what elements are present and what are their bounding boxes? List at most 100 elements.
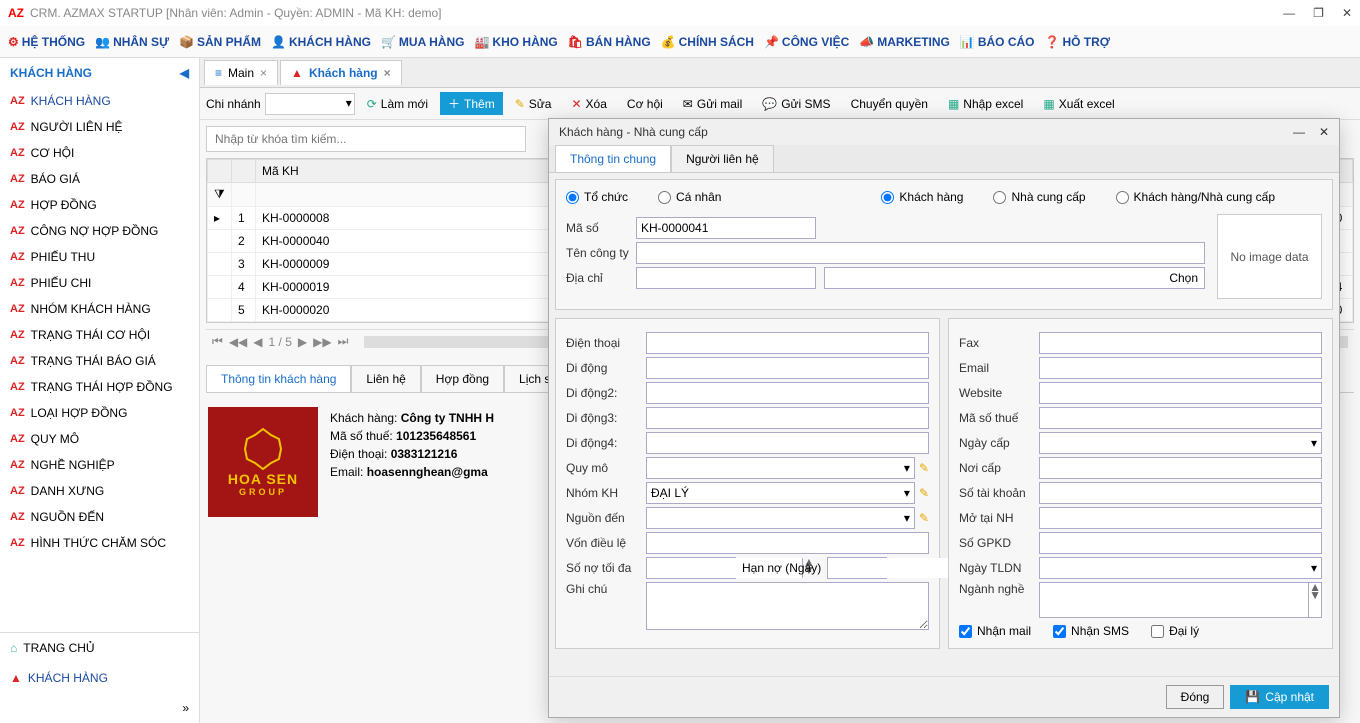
menu-muahang[interactable]: 🛒MUA HÀNG (381, 35, 465, 49)
menu-congviec[interactable]: 📌CÔNG VIỆC (764, 35, 849, 49)
radio-tochuc[interactable]: Tổ chức (566, 190, 628, 204)
input-mst[interactable] (1039, 407, 1322, 429)
input-website[interactable] (1039, 382, 1322, 404)
minimize-icon[interactable]: — (1283, 6, 1295, 20)
menu-hotro[interactable]: ❓HỖ TRỢ (1045, 35, 1111, 49)
sidebar-expand[interactable]: » (0, 693, 199, 723)
input-tencty[interactable] (636, 242, 1205, 264)
input-maso[interactable] (636, 217, 816, 239)
select-nguonden[interactable]: ▾ (646, 507, 915, 529)
input-dienthoai[interactable] (646, 332, 929, 354)
sidebar-kh[interactable]: ▲KHÁCH HÀNG (0, 663, 199, 693)
input-didong3[interactable] (646, 407, 929, 429)
btn-lammoi[interactable]: ⟳Làm mới (359, 94, 436, 114)
pencil-icon[interactable]: ✎ (919, 461, 929, 475)
nganhnghe-spin[interactable]: ▲▼ (1308, 583, 1321, 617)
detail-tab-lienhe[interactable]: Liên hệ (351, 365, 420, 392)
input-diachi[interactable] (636, 267, 816, 289)
menu-khohang[interactable]: 🏭KHO HÀNG (474, 35, 557, 49)
input-email[interactable] (1039, 357, 1322, 379)
sidebar-item-5[interactable]: AZCÔNG NỢ HỢP ĐỒNG (0, 218, 199, 244)
sidebar-item-3[interactable]: AZBÁO GIÁ (0, 166, 199, 192)
menu-sanpham[interactable]: 📦SẢN PHẨM (179, 35, 261, 49)
sidebar-home[interactable]: ⌂TRANG CHỦ (0, 633, 199, 663)
menu-nhansu[interactable]: 👥NHÂN SỰ (95, 35, 169, 49)
tab-khachhang[interactable]: ▲Khách hàng× (280, 60, 402, 85)
chk-nhansms[interactable]: Nhận SMS (1053, 624, 1129, 638)
sidebar-item-0[interactable]: AZKHÁCH HÀNG (0, 88, 199, 114)
sidebar-item-1[interactable]: AZNGƯỜI LIÊN HỆ (0, 114, 199, 140)
sidebar-item-4[interactable]: AZHỢP ĐỒNG (0, 192, 199, 218)
menu-hethong[interactable]: ⚙HỆ THỐNG (8, 35, 85, 49)
sidebar-item-6[interactable]: AZPHIẾU THU (0, 244, 199, 270)
menu-marketing[interactable]: 📣MARKETING (859, 35, 950, 49)
close-tab-icon[interactable]: × (384, 66, 391, 80)
menu-chinhsach[interactable]: 💰CHÍNH SÁCH (661, 35, 754, 49)
input-ghichu[interactable] (646, 582, 929, 630)
btn-guimail[interactable]: ✉Gửi mail (675, 94, 750, 114)
pencil-icon[interactable]: ✎ (919, 511, 929, 525)
btn-xoa[interactable]: ✕Xóa (563, 94, 614, 114)
dialog-tab-nlh[interactable]: Người liên hệ (671, 145, 774, 172)
sidebar-item-14[interactable]: AZNGHỀ NGHIỆP (0, 452, 199, 478)
btn-guisms[interactable]: 💬Gửi SMS (754, 94, 838, 114)
tab-main[interactable]: ≡Main× (204, 60, 278, 85)
pencil-icon[interactable]: ✎ (919, 486, 929, 500)
radio-khncc[interactable]: Khách hàng/Nhà cung cấp (1116, 190, 1275, 204)
close-tab-icon[interactable]: × (260, 66, 267, 80)
search-input[interactable] (206, 126, 526, 152)
btn-chon-diachi[interactable]: Chọn (824, 267, 1205, 289)
sidebar-item-10[interactable]: AZTRẠNG THÁI BÁO GIÁ (0, 348, 199, 374)
dialog-tab-tt[interactable]: Thông tin chung (555, 145, 671, 172)
input-gpkd[interactable] (1039, 532, 1322, 554)
detail-tab-info[interactable]: Thông tin khách hàng (206, 365, 351, 392)
close-icon[interactable]: ✕ (1342, 6, 1352, 20)
sidebar-item-2[interactable]: AZCƠ HỘI (0, 140, 199, 166)
sidebar-item-9[interactable]: AZTRẠNG THÁI CƠ HỘI (0, 322, 199, 348)
sidebar-item-16[interactable]: AZNGUỒN ĐẾN (0, 504, 199, 530)
menu-khachhang[interactable]: 👤KHÁCH HÀNG (271, 35, 371, 49)
sidebar-item-11[interactable]: AZTRẠNG THÁI HỢP ĐỒNG (0, 374, 199, 400)
menu-banhang[interactable]: 🛍BÁN HÀNG (568, 35, 651, 49)
sidebar-item-13[interactable]: AZQUY MÔ (0, 426, 199, 452)
dialog-close-icon[interactable]: ✕ (1319, 125, 1329, 139)
select-chinhanh[interactable]: ▾ (265, 93, 355, 115)
input-noicap[interactable] (1039, 457, 1322, 479)
image-placeholder[interactable]: No image data (1217, 214, 1322, 299)
btn-them[interactable]: ＋Thêm (440, 92, 503, 115)
btn-capnhat[interactable]: 💾Cập nhật (1230, 685, 1329, 709)
btn-cohoi[interactable]: Cơ hội (619, 94, 671, 114)
btn-dong[interactable]: Đóng (1166, 685, 1225, 709)
date-ngaycap[interactable]: ▾ (1039, 432, 1322, 454)
sidebar-item-17[interactable]: AZHÌNH THỨC CHĂM SÓC (0, 530, 199, 556)
radio-ncc[interactable]: Nhà cung cấp (993, 190, 1085, 204)
date-ngaytldn[interactable]: ▾ (1039, 557, 1322, 579)
chk-nhanmail[interactable]: Nhận mail (959, 624, 1031, 638)
sidebar-item-8[interactable]: AZNHÓM KHÁCH HÀNG (0, 296, 199, 322)
sidebar-item-7[interactable]: AZPHIẾU CHI (0, 270, 199, 296)
radio-kh[interactable]: Khách hàng (881, 190, 963, 204)
sidebar-item-15[interactable]: AZDANH XƯNG (0, 478, 199, 504)
input-didong4[interactable] (646, 432, 929, 454)
col-makh[interactable]: Mã KH (256, 160, 589, 183)
dialog-minimize-icon[interactable]: — (1293, 125, 1305, 139)
collapse-icon[interactable]: ◀ (180, 66, 189, 80)
btn-sua[interactable]: ✎Sửa (507, 94, 560, 114)
radio-canhan[interactable]: Cá nhân (658, 190, 721, 204)
btn-chuyenquyen[interactable]: Chuyển quyền (843, 94, 936, 114)
input-didong[interactable] (646, 357, 929, 379)
menu-baocao[interactable]: 📊BÁO CÁO (960, 35, 1035, 49)
input-vondl[interactable] (646, 532, 929, 554)
input-fax[interactable] (1039, 332, 1322, 354)
maximize-icon[interactable]: ❐ (1313, 6, 1324, 20)
select-quymo[interactable]: ▾ (646, 457, 915, 479)
chk-daily[interactable]: Đại lý (1151, 624, 1199, 638)
input-didong2[interactable] (646, 382, 929, 404)
btn-xuatexcel[interactable]: ▦Xuất excel (1035, 94, 1122, 114)
btn-nhapexcel[interactable]: ▦Nhập excel (940, 94, 1031, 114)
sidebar-item-12[interactable]: AZLOẠI HỢP ĐỒNG (0, 400, 199, 426)
input-motai[interactable] (1039, 507, 1322, 529)
select-nhomkh[interactable]: ĐẠI LÝ▾ (646, 482, 915, 504)
detail-tab-hopdong[interactable]: Hợp đồng (421, 365, 504, 392)
input-stk[interactable] (1039, 482, 1322, 504)
